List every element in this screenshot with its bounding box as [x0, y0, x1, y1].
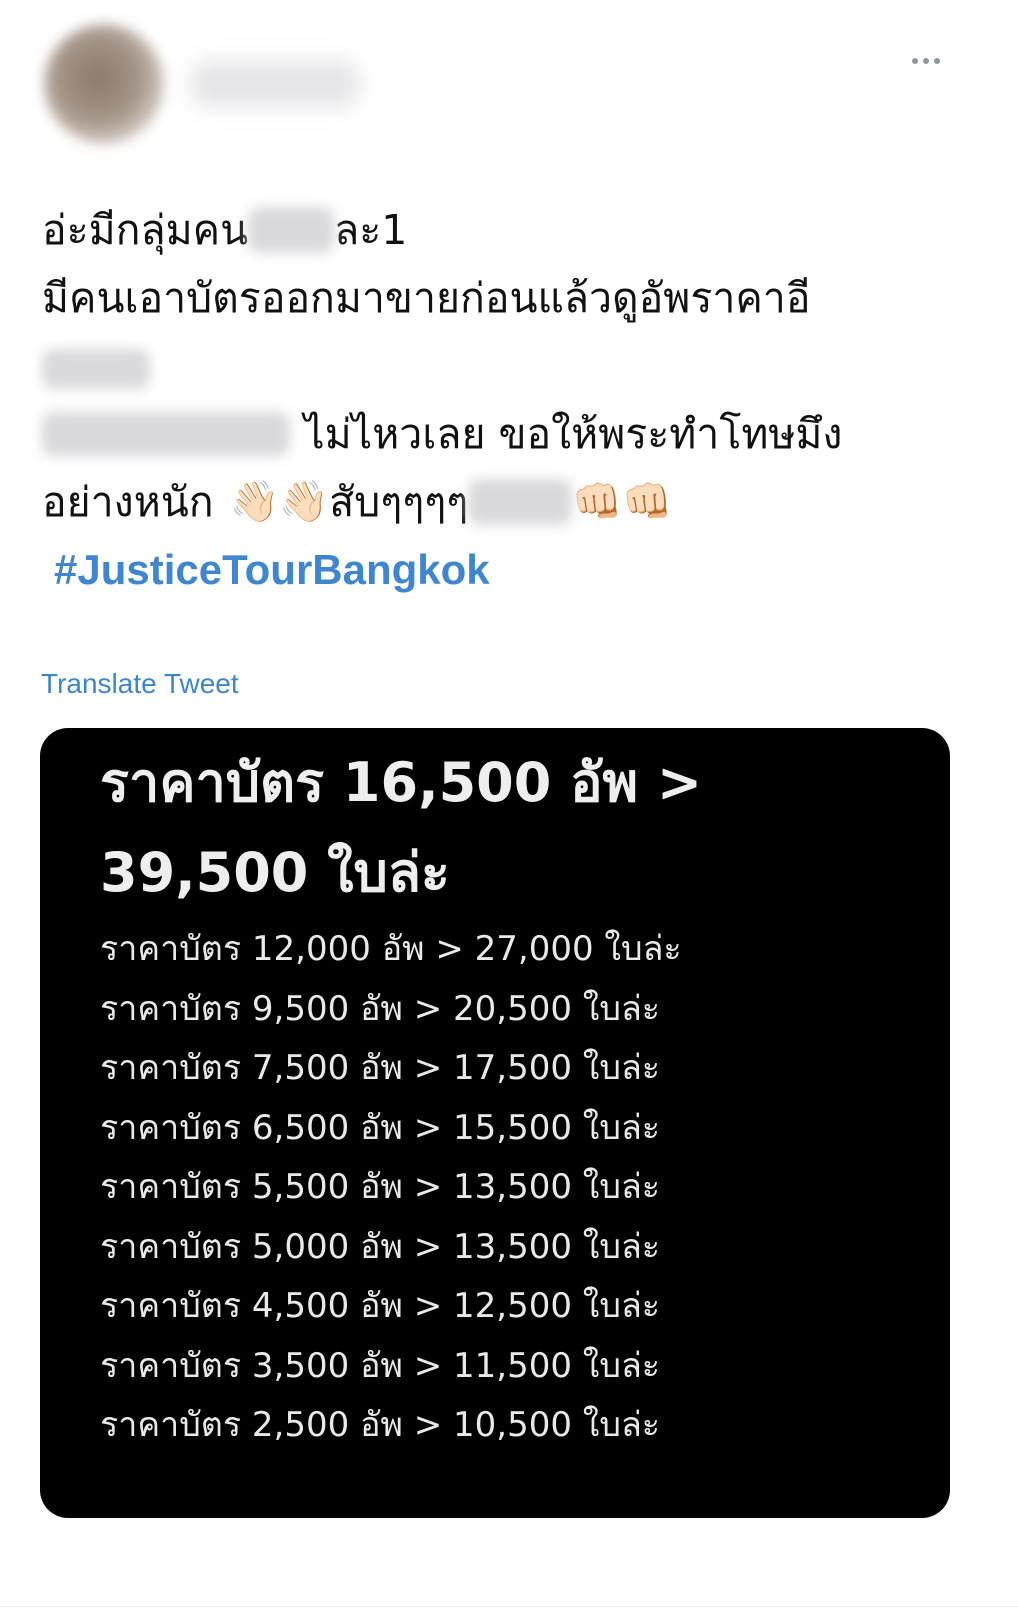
more-horizontal-icon — [934, 58, 940, 64]
author-name-redacted[interactable] — [190, 60, 360, 108]
media-price-list: ราคาบัตร 12,000 อัพ > 27,000 ใบล่ะ ราคาบ… — [100, 920, 920, 1456]
media-headline-line: 39,500 ใบล่ะ — [100, 841, 450, 904]
price-row: ราคาบัตร 5,000 อัพ > 13,500 ใบล่ะ — [100, 1226, 661, 1267]
price-row: ราคาบัตร 2,500 อัพ > 10,500 ใบล่ะ — [100, 1405, 661, 1445]
more-horizontal-icon — [912, 58, 918, 64]
tweet-text: อ่ะมีกลุ่มคน ละ1 มีคนเอาบัตรออกมาขายก่อน… — [42, 196, 972, 536]
more-options-button[interactable] — [904, 48, 948, 74]
translate-tweet-link[interactable]: Translate Tweet — [41, 665, 239, 703]
price-row: ราคาบัตร 6,500 อัพ > 15,500 ใบล่ะ — [100, 1107, 661, 1148]
media-headline-line: ราคาบัตร 16,500 อัพ > — [100, 751, 703, 814]
tweet-text-segment: มีคนเอาบัตรออกมาขายก่อนแล้วดูอัพราคาอี — [42, 274, 811, 322]
divider — [0, 1606, 1018, 1607]
tweet-text-segment: ไม่ไหวเลย ขอให้พระทำโทษมึง — [304, 410, 843, 458]
redacted-word — [42, 412, 290, 456]
tweet-line-5: อย่างหนัก 👋🏻👋🏻 สับๆๆๆๆ 👊🏻👊🏻 — [42, 468, 972, 536]
tweet-text-segment: ละ1 — [334, 206, 408, 254]
price-row: ราคาบัตร 7,500 อัพ > 17,500 ใบล่ะ — [100, 1048, 661, 1088]
tweet-line-3 — [42, 332, 972, 400]
tweet-line-1: อ่ะมีกลุ่มคน ละ1 — [42, 196, 972, 264]
tweet-text-segment: สับๆๆๆๆ — [329, 478, 469, 526]
hashtag-link[interactable]: #JusticeTourBangkok — [54, 540, 490, 600]
tweet-line-4: ไม่ไหวเลย ขอให้พระทำโทษมึง — [42, 400, 972, 468]
tweet-text-segment: อย่างหนัก — [42, 478, 214, 526]
price-row: ราคาบัตร 4,500 อัพ > 12,500 ใบล่ะ — [100, 1286, 661, 1326]
avatar[interactable] — [44, 24, 164, 144]
price-row: ราคาบัตร 12,000 อัพ > 27,000 ใบล่ะ — [100, 929, 682, 969]
waving-hand-icon: 👋🏻👋🏻 — [229, 479, 330, 525]
redacted-word — [468, 479, 573, 525]
tweet-media-image[interactable]: ราคาบัตร 16,500 อัพ > 39,500 ใบล่ะ ราคาบ… — [40, 728, 950, 1518]
oncoming-fist-icon: 👊🏻👊🏻 — [572, 479, 672, 525]
more-horizontal-icon — [923, 58, 929, 64]
redacted-word — [248, 207, 335, 253]
price-row: ราคาบัตร 9,500 อัพ > 20,500 ใบล่ะ — [100, 988, 661, 1029]
tweet-line-2: มีคนเอาบัตรออกมาขายก่อนแล้วดูอัพราคาอี — [42, 264, 972, 332]
tweet-header — [0, 0, 1018, 160]
price-row: ราคาบัตร 3,500 อัพ > 11,500 ใบล่ะ — [100, 1345, 661, 1386]
media-headline: ราคาบัตร 16,500 อัพ > 39,500 ใบล่ะ — [100, 738, 920, 918]
price-row: ราคาบัตร 5,500 อัพ > 13,500 ใบล่ะ — [100, 1167, 661, 1207]
redacted-word — [42, 349, 150, 389]
tweet-text-segment: อ่ะมีกลุ่มคน — [42, 206, 249, 254]
